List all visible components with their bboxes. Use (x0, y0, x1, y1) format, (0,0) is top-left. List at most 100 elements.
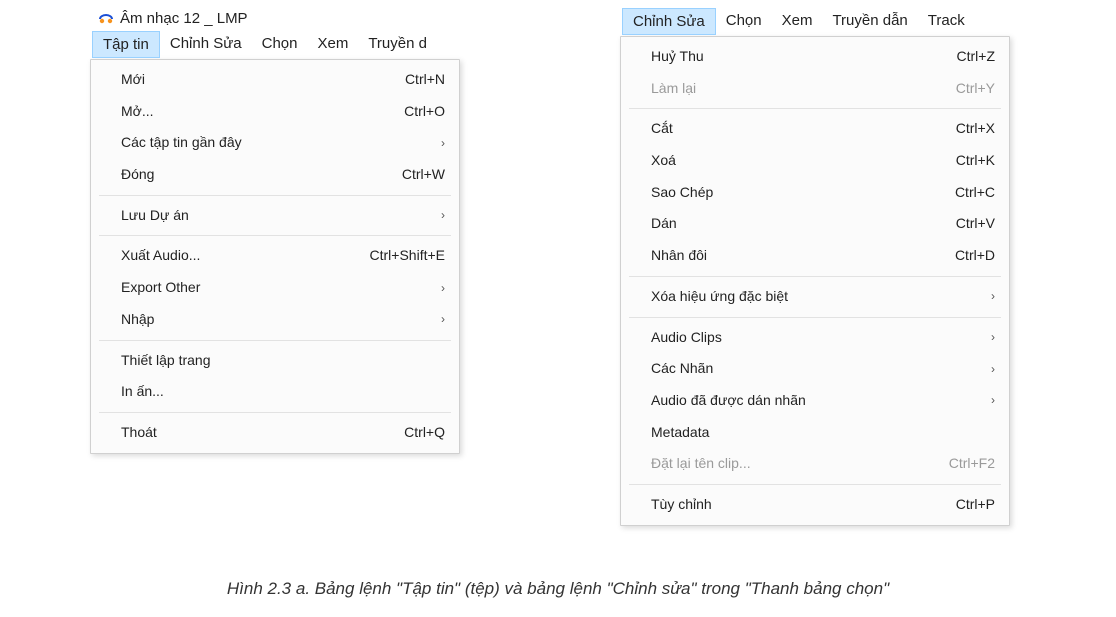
menu-item-label: Thiết lập trang (121, 350, 445, 372)
menu-item-label: Xóa hiệu ứng đặc biệt (651, 286, 975, 308)
file-menu-item[interactable]: Xuất Audio... Ctrl+Shift+E (91, 240, 459, 272)
menu-item-shortcut: Ctrl+N (405, 69, 445, 91)
menubar-right: Chỉnh Sửa Chọn Xem Truyền dẫn Track (620, 8, 1010, 36)
edit-menu-item[interactable]: Huỷ Thu Ctrl+Z (621, 41, 1009, 73)
file-menu-item[interactable]: Mở... Ctrl+O (91, 96, 459, 128)
menubar-item-select[interactable]: Chọn (716, 8, 772, 35)
menu-item-label: In ấn... (121, 381, 445, 403)
menu-separator (99, 235, 451, 236)
menu-item-label: Lưu Dự án (121, 205, 425, 227)
menu-item-label: Thoát (121, 422, 380, 444)
menu-item-label: Các Nhãn (651, 358, 975, 380)
menubar-item-select[interactable]: Chọn (252, 31, 308, 58)
menu-item-shortcut: Ctrl+P (956, 494, 995, 516)
edit-menu-item[interactable]: Audio đã được dán nhãn › (621, 385, 1009, 417)
chevron-right-icon: › (435, 310, 445, 329)
chevron-right-icon: › (985, 328, 995, 347)
chevron-right-icon: › (985, 287, 995, 306)
menu-item-label: Xuất Audio... (121, 245, 346, 267)
menubar-item-edit[interactable]: Chỉnh Sửa (622, 8, 716, 35)
file-menu-item[interactable]: Export Other › (91, 272, 459, 304)
menu-item-label: Dán (651, 213, 932, 235)
menubar-item-file[interactable]: Tập tin (92, 31, 160, 58)
menu-item-shortcut: Ctrl+C (955, 182, 995, 204)
menu-item-shortcut: Ctrl+V (956, 213, 995, 235)
menu-item-label: Export Other (121, 277, 425, 299)
menu-item-label: Sao Chép (651, 182, 931, 204)
menubar-item-view[interactable]: Xem (307, 31, 358, 58)
menu-item-label: Đặt lại tên clip... (651, 453, 925, 475)
menu-item-label: Làm lại (651, 78, 932, 100)
edit-menu-item[interactable]: Tùy chỉnh Ctrl+P (621, 489, 1009, 521)
menu-separator (99, 340, 451, 341)
file-menu-panel: Âm nhạc 12 _ LMP Tập tin Chỉnh Sửa Chọn … (90, 8, 460, 454)
menu-separator (629, 276, 1001, 277)
audacity-icon (98, 11, 114, 27)
menu-item-label: Cắt (651, 118, 932, 140)
edit-menu-item[interactable]: Xoá Ctrl+K (621, 145, 1009, 177)
menu-item-shortcut: Ctrl+Z (957, 46, 996, 68)
chevron-right-icon: › (985, 391, 995, 410)
menu-separator (99, 195, 451, 196)
edit-menu-item[interactable]: Xóa hiệu ứng đặc biệt › (621, 281, 1009, 313)
menu-separator (99, 412, 451, 413)
menu-item-label: Metadata (651, 422, 995, 444)
menubar-left: Tập tin Chỉnh Sửa Chọn Xem Truyền d (90, 31, 460, 59)
menu-item-shortcut: Ctrl+F2 (949, 453, 995, 475)
menu-item-shortcut: Ctrl+O (404, 101, 445, 123)
edit-menu-dropdown: Huỷ Thu Ctrl+Z Làm lại Ctrl+Y Cắt Ctrl+X Xoá Ct… (620, 36, 1010, 526)
menu-item-shortcut: Ctrl+X (956, 118, 995, 140)
menu-item-shortcut: Ctrl+Y (956, 78, 995, 100)
menu-item-shortcut: Ctrl+K (956, 150, 995, 172)
menubar-item-transport[interactable]: Truyền dẫn (822, 8, 917, 35)
menu-separator (629, 484, 1001, 485)
menubar-item-edit[interactable]: Chỉnh Sửa (160, 31, 252, 58)
edit-menu-item: Làm lại Ctrl+Y (621, 73, 1009, 105)
menu-item-shortcut: Ctrl+Shift+E (370, 245, 445, 267)
menu-item-label: Audio đã được dán nhãn (651, 390, 975, 412)
menu-separator (629, 108, 1001, 109)
chevron-right-icon: › (985, 360, 995, 379)
edit-menu-item: Đặt lại tên clip... Ctrl+F2 (621, 448, 1009, 480)
menu-item-label: Nhân đôi (651, 245, 931, 267)
edit-menu-item[interactable]: Audio Clips › (621, 322, 1009, 354)
menubar-item-view[interactable]: Xem (772, 8, 823, 35)
file-menu-item[interactable]: Đóng Ctrl+W (91, 159, 459, 191)
menu-item-shortcut: Ctrl+W (402, 164, 445, 186)
edit-menu-item[interactable]: Cắt Ctrl+X (621, 113, 1009, 145)
menu-item-label: Mở... (121, 101, 380, 123)
menu-item-shortcut: Ctrl+Q (404, 422, 445, 444)
edit-menu-item[interactable]: Các Nhãn › (621, 353, 1009, 385)
edit-menu-item[interactable]: Dán Ctrl+V (621, 208, 1009, 240)
edit-menu-item[interactable]: Nhân đôi Ctrl+D (621, 240, 1009, 272)
menu-item-label: Tùy chỉnh (651, 494, 932, 516)
file-menu-item[interactable]: Các tập tin gần đây › (91, 127, 459, 159)
chevron-right-icon: › (435, 206, 445, 225)
edit-menu-item[interactable]: Sao Chép Ctrl+C (621, 177, 1009, 209)
menu-item-label: Audio Clips (651, 327, 975, 349)
file-menu-dropdown: Mới Ctrl+N Mở... Ctrl+O Các tập tin gần đây ›… (90, 59, 460, 454)
menu-item-label: Nhập (121, 309, 425, 331)
file-menu-item[interactable]: Thiết lập trang (91, 345, 459, 377)
edit-menu-item[interactable]: Metadata (621, 417, 1009, 449)
window-titlebar: Âm nhạc 12 _ LMP (90, 8, 460, 31)
menu-item-label: Mới (121, 69, 381, 91)
menu-item-label: Huỷ Thu (651, 46, 933, 68)
menu-item-label: Đóng (121, 164, 378, 186)
figure-caption: Hình 2.3 a. Bảng lệnh "Tập tin" (tệp) và… (0, 579, 1116, 599)
menubar-item-tracks[interactable]: Track (918, 8, 975, 35)
menu-item-shortcut: Ctrl+D (955, 245, 995, 267)
menubar-item-transport[interactable]: Truyền d (358, 31, 437, 58)
chevron-right-icon: › (435, 279, 445, 298)
menu-item-label: Xoá (651, 150, 932, 172)
menu-separator (629, 317, 1001, 318)
edit-menu-panel: Chỉnh Sửa Chọn Xem Truyền dẫn Track Huỷ … (620, 8, 1010, 526)
file-menu-item[interactable]: Mới Ctrl+N (91, 64, 459, 96)
chevron-right-icon: › (435, 134, 445, 153)
file-menu-item[interactable]: Nhập › (91, 304, 459, 336)
file-menu-item[interactable]: In ấn... (91, 376, 459, 408)
menu-item-label: Các tập tin gần đây (121, 132, 425, 154)
file-menu-item[interactable]: Thoát Ctrl+Q (91, 417, 459, 449)
file-menu-item[interactable]: Lưu Dự án › (91, 200, 459, 232)
window-title: Âm nhạc 12 _ LMP (120, 10, 248, 27)
